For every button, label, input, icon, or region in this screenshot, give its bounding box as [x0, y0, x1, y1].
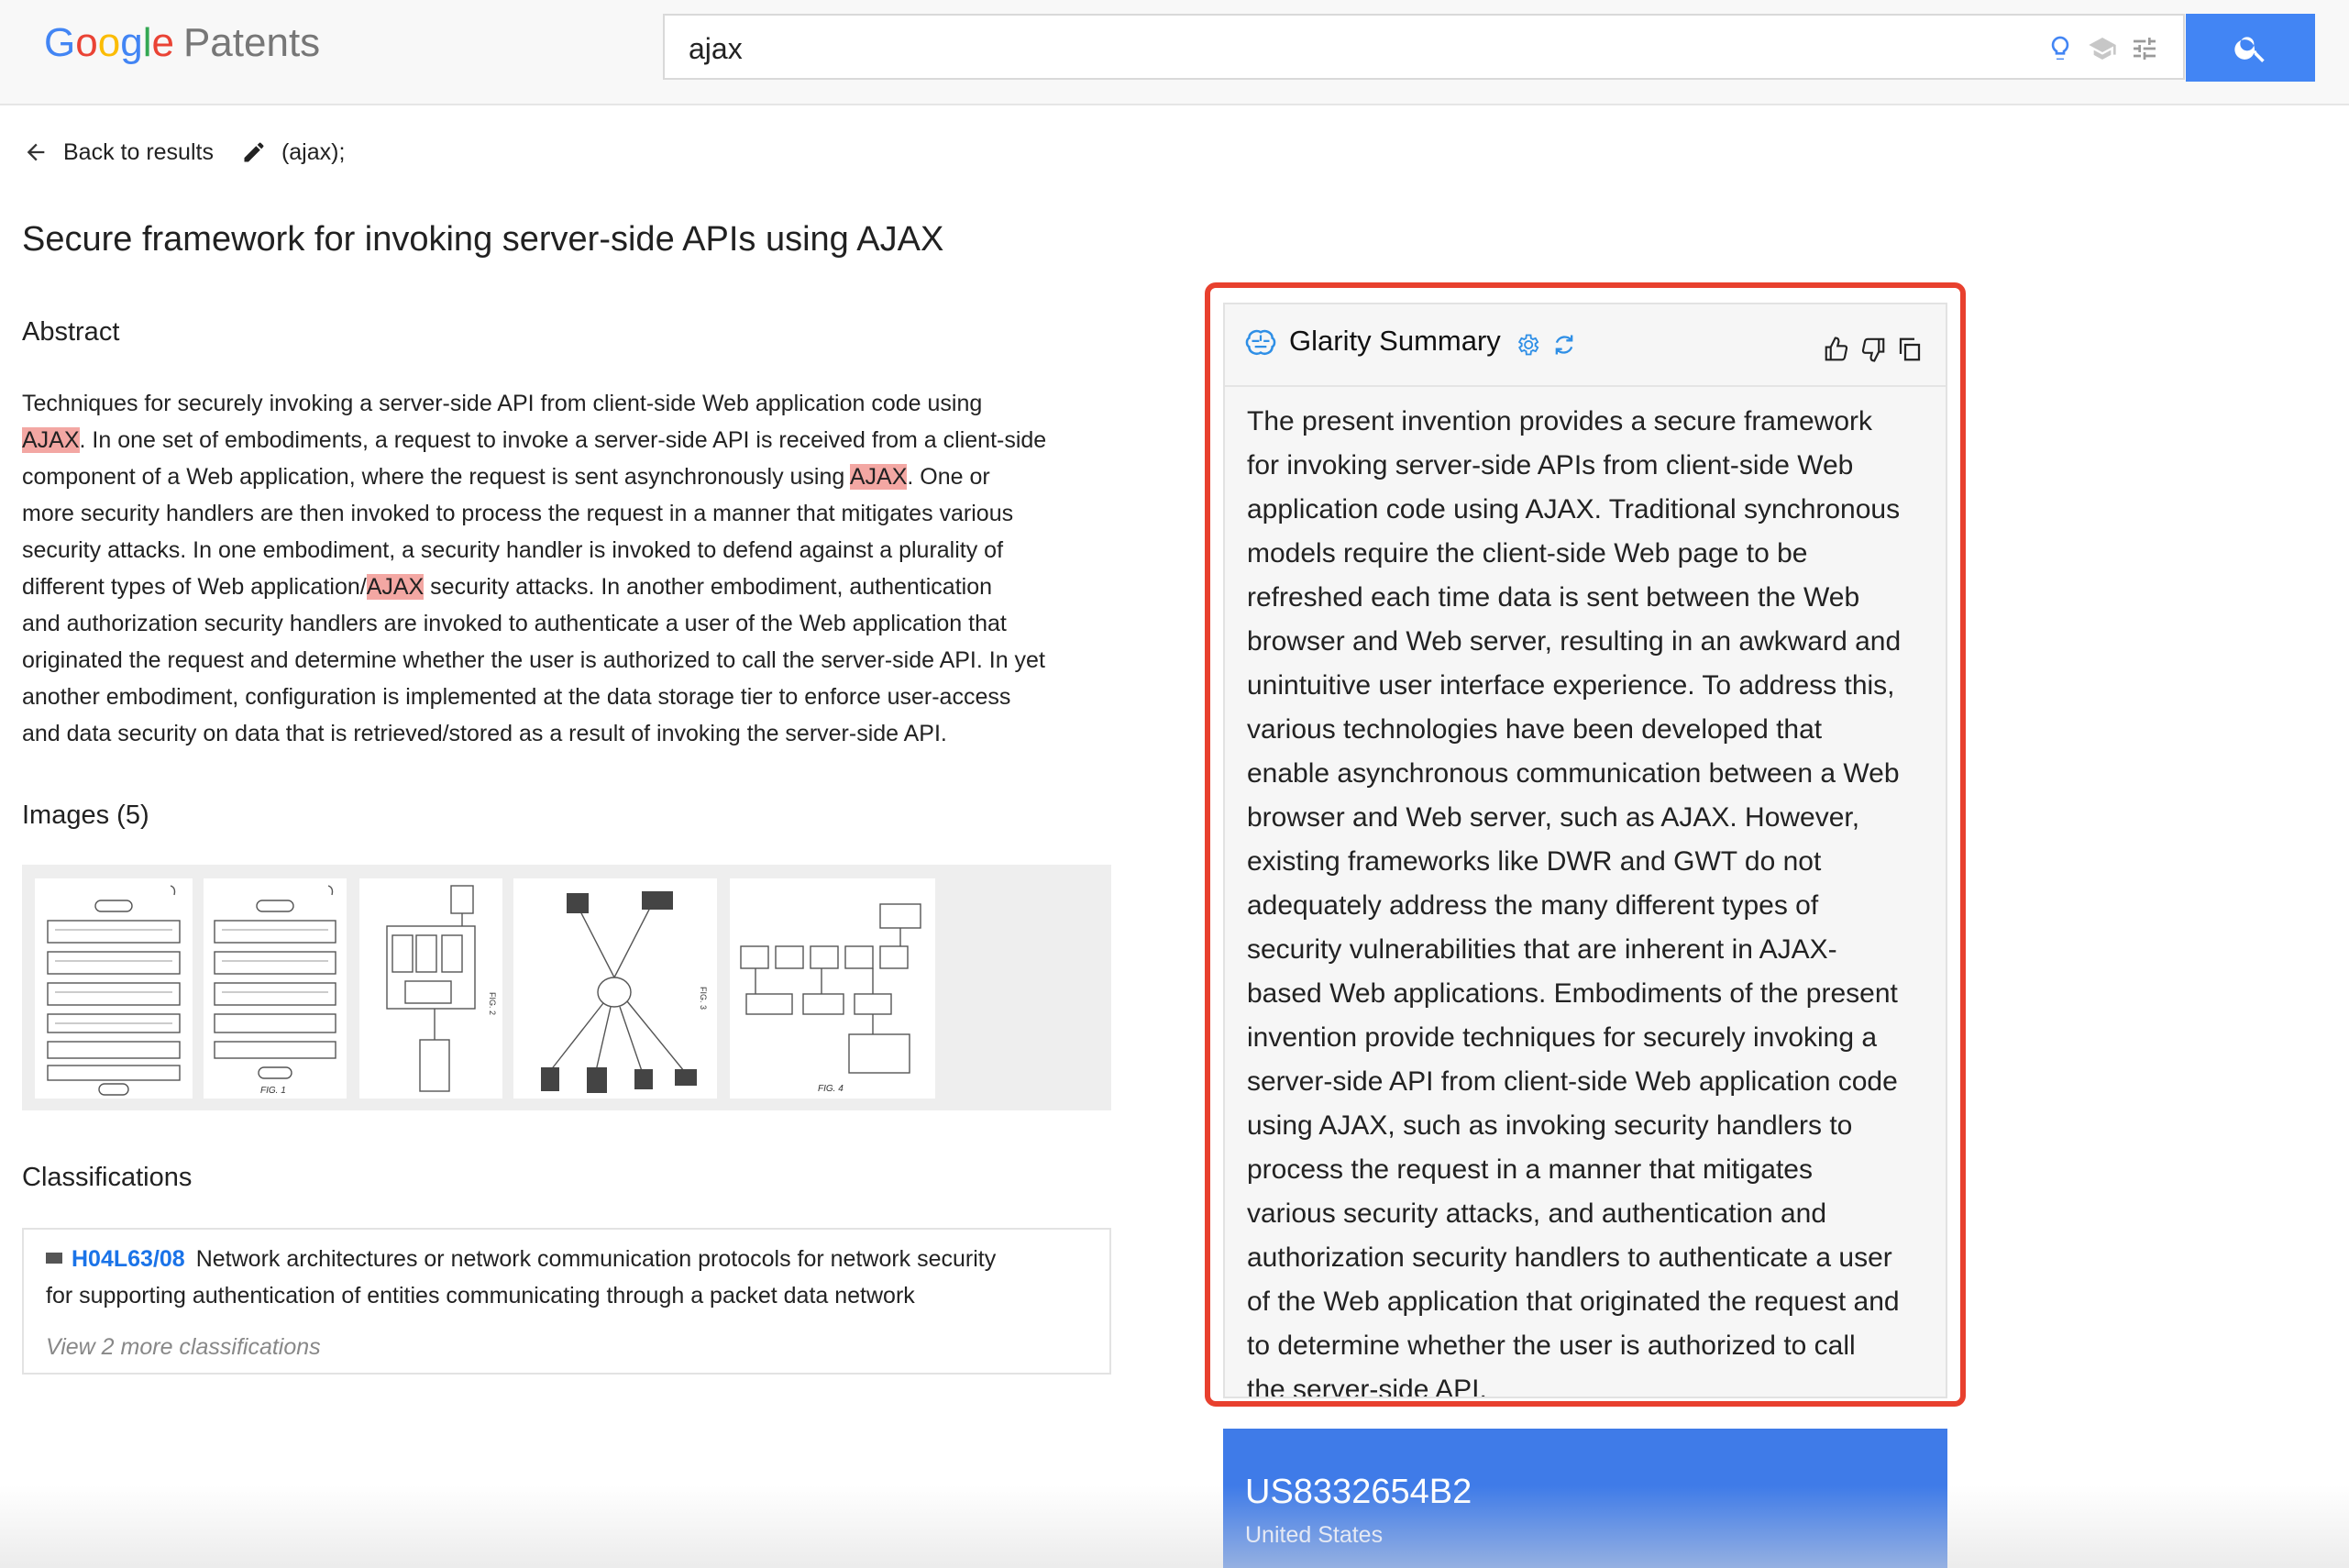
patent-image-thumbnail[interactable]: FIG. 4 — [730, 878, 935, 1099]
label-icon — [46, 1253, 62, 1264]
images-heading: Images (5) — [22, 801, 149, 830]
top-bar: Google Patents — [0, 0, 2349, 105]
lightbulb-icon[interactable] — [2046, 34, 2075, 63]
abstract-text-segment: originated the request and determine whe… — [22, 647, 1045, 673]
architecture-diagram-figure: FIG. 4 — [740, 903, 921, 1094]
abstract-line: originated the request and determine whe… — [22, 642, 1113, 679]
logo-letter: l — [142, 20, 152, 65]
abstract-text-segment: component of a Web application, where th… — [22, 464, 850, 490]
abstract-line: and authorization security handlers are … — [22, 605, 1113, 642]
abstract-text-segment: security attacks. In another embodiment,… — [424, 574, 993, 600]
pencil-icon[interactable] — [241, 139, 267, 165]
abstract-line: component of a Web application, where th… — [22, 458, 1113, 495]
patent-info-card: US8332654B2 United States — [1223, 1429, 1947, 1568]
abstract-line: another embodiment, configuration is imp… — [22, 679, 1113, 715]
logo-letter: g — [120, 20, 143, 65]
classification-text-continued: for supporting authentication of entitie… — [46, 1283, 915, 1309]
abstract-text-segment: Techniques for securely invoking a serve… — [22, 391, 983, 416]
flowchart-figure — [47, 885, 181, 1096]
patent-image-thumbnail[interactable]: FIG. 1 — [204, 878, 347, 1099]
abstract-text-segment: . In one set of embodiments, a request t… — [79, 427, 1047, 453]
abstract-text-segment: and data security on data that is retrie… — [22, 721, 947, 746]
search-icon — [2233, 37, 2265, 62]
svg-text:FIG. 2: FIG. 2 — [488, 992, 497, 1015]
svg-text:FIG. 3: FIG. 3 — [699, 987, 708, 1010]
search-term-highlight: AJAX — [22, 427, 80, 453]
abstract-text-segment: different types of Web application/ — [22, 574, 367, 600]
logo-product-name: Patents — [182, 20, 321, 65]
search-box — [663, 14, 2185, 80]
abstract-text-segment: and authorization security handlers are … — [22, 611, 1007, 636]
search-term-highlight: AJAX — [849, 464, 908, 490]
network-diagram-figure: FIG. 3 — [541, 891, 708, 1093]
google-patents-logo[interactable]: Google Patents — [44, 20, 320, 66]
abstract-text-segment: more security handlers are then invoked … — [22, 501, 1014, 526]
bottom-shadow — [0, 1485, 2349, 1568]
arrow-left-icon[interactable] — [23, 139, 49, 165]
abstract-text-segment: another embodiment, configuration is imp… — [22, 684, 1011, 710]
classification-line-1: H04L63/08 Network architectures or networ… — [46, 1246, 996, 1273]
abstract-text-segment: . One or — [907, 464, 990, 490]
flowchart-figure: FIG. 1 — [214, 885, 336, 1096]
query-label[interactable]: (ajax); — [281, 139, 345, 166]
abstract-line: security attacks. In one embodiment, a s… — [22, 532, 1113, 569]
highlight-frame — [1205, 282, 1966, 1407]
patent-image-thumbnail[interactable] — [35, 878, 193, 1099]
view-more-classifications-link[interactable]: View 2 more classifications — [46, 1334, 321, 1361]
tune-icon[interactable] — [2130, 34, 2159, 63]
classification-text: Network architectures or network communi… — [195, 1246, 997, 1272]
back-to-results-link[interactable]: Back to results — [63, 139, 214, 166]
search-button[interactable] — [2186, 14, 2315, 82]
abstract-text-segment: security attacks. In one embodiment, a s… — [22, 537, 1004, 563]
svg-text:FIG. 1: FIG. 1 — [260, 1086, 286, 1096]
breadcrumb: Back to results (ajax); — [23, 134, 345, 171]
patent-number: US8332654B2 — [1245, 1473, 1472, 1511]
abstract-line: AJAX. In one set of embodiments, a reque… — [22, 422, 1113, 458]
svg-text:FIG. 4: FIG. 4 — [818, 1084, 844, 1094]
school-icon[interactable] — [2088, 34, 2117, 63]
search-term-highlight: AJAX — [366, 574, 425, 600]
logo-letter: o — [75, 20, 98, 65]
abstract-line: Techniques for securely invoking a serve… — [22, 385, 1113, 422]
block-diagram-figure: FIG. 2 — [386, 885, 497, 1092]
abstract-line: more security handlers are then invoked … — [22, 495, 1113, 532]
logo-letter: o — [97, 20, 121, 65]
abstract-line: different types of Web application/AJAX … — [22, 569, 1113, 605]
classification-box: H04L63/08 Network architectures or networ… — [22, 1228, 1111, 1375]
search-input[interactable] — [687, 28, 1772, 69]
logo-letter: G — [44, 20, 76, 65]
patent-country: United States — [1245, 1522, 1384, 1548]
abstract-line: and data security on data that is retrie… — [22, 715, 1113, 752]
images-strip: FIG. 1 FIG. 2 FIG. 3 FIG. 4 — [22, 865, 1111, 1110]
classifications-heading: Classifications — [22, 1163, 193, 1192]
abstract-text: Techniques for securely invoking a serve… — [22, 385, 1113, 752]
page-title: Secure framework for invoking server-sid… — [22, 220, 944, 259]
abstract-heading: Abstract — [22, 317, 120, 347]
patent-image-thumbnail[interactable]: FIG. 3 — [513, 878, 717, 1099]
classification-code-link[interactable]: H04L63/08 — [72, 1246, 185, 1272]
logo-letter: e — [151, 20, 174, 65]
patent-image-thumbnail[interactable]: FIG. 2 — [359, 878, 502, 1099]
